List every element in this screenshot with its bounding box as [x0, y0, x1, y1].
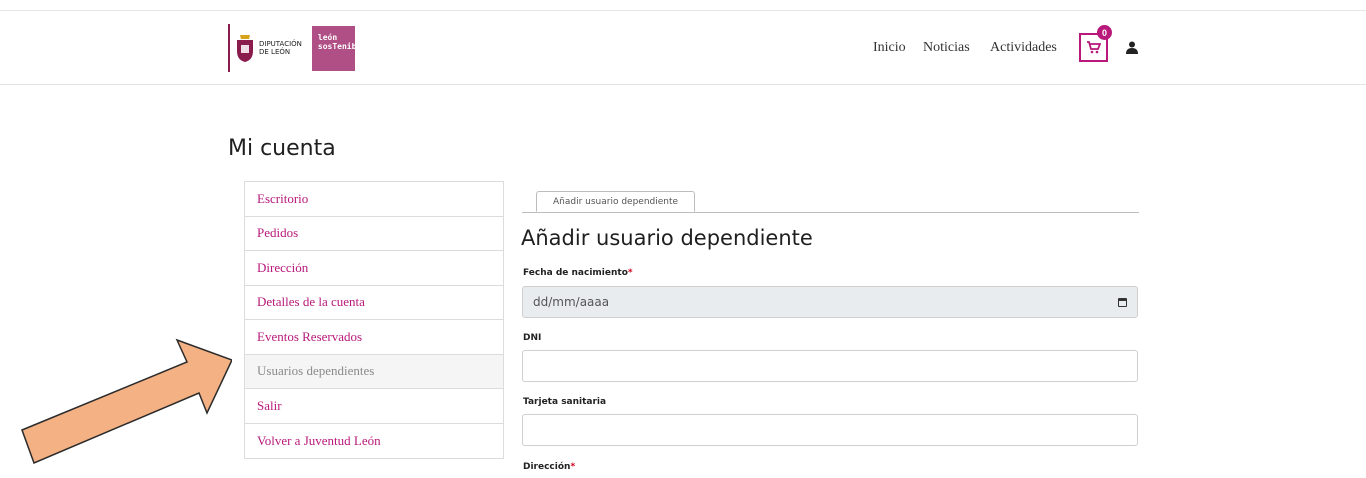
- leon-sostenible-logo[interactable]: león sosTenible: [311, 25, 366, 71]
- nav-inicio[interactable]: Inicio: [873, 40, 906, 56]
- tarjeta-sanitaria-input[interactable]: [522, 414, 1138, 446]
- dni-input[interactable]: [522, 350, 1138, 382]
- sidebar-item-eventos-reservados[interactable]: Eventos Reservados: [245, 320, 503, 355]
- cart-icon: [1087, 41, 1101, 54]
- dni-label: DNI: [523, 333, 542, 343]
- user-icon[interactable]: [1126, 41, 1138, 54]
- birth-date-label-text: Fecha de nacimiento: [523, 268, 628, 278]
- sidebar-item-usuarios-dependientes[interactable]: Usuarios dependientes: [245, 354, 503, 389]
- nav-actividades[interactable]: Actividades: [990, 40, 1057, 56]
- sidebar-item-salir[interactable]: Salir: [245, 389, 503, 424]
- tarjeta-sanitaria-label: Tarjeta sanitaria: [523, 397, 607, 407]
- tab-anadir-usuario[interactable]: Añadir usuario dependiente: [536, 191, 696, 212]
- address-label: Dirección*: [523, 462, 575, 472]
- nav-noticias[interactable]: Noticias: [923, 40, 970, 56]
- page-title: Mi cuenta: [228, 136, 336, 161]
- birth-date-input[interactable]: dd/mm/aaaa: [522, 286, 1138, 318]
- sidebar-item-pedidos[interactable]: Pedidos: [245, 217, 503, 251]
- form-tabs: Añadir usuario dependiente: [522, 191, 1139, 213]
- diputacion-logo[interactable]: DIPUTACIÓN DE LEÓN: [228, 24, 302, 72]
- orange-arrow-icon: [21, 338, 232, 464]
- calendar-icon[interactable]: [1118, 297, 1127, 307]
- sidebar-item-detalles-cuenta[interactable]: Detalles de la cuenta: [245, 286, 503, 320]
- diputacion-logo-text: DIPUTACIÓN DE LEÓN: [259, 40, 302, 56]
- birth-date-placeholder: dd/mm/aaaa: [533, 295, 610, 309]
- required-mark: *: [570, 462, 576, 472]
- sidebar-item-direccion[interactable]: Dirección: [245, 251, 503, 286]
- sidebar-item-volver-juventud[interactable]: Volver a Juventud León: [245, 424, 503, 459]
- site-header: DIPUTACIÓN DE LEÓN león sosTenible Inicio …: [0, 11, 1366, 85]
- form-title: Añadir usuario dependiente: [521, 226, 813, 250]
- coat-of-arms-icon: [237, 35, 253, 62]
- sidebar-item-escritorio[interactable]: Escritorio: [245, 182, 503, 217]
- address-label-text: Dirección: [523, 462, 571, 472]
- logo-group[interactable]: DIPUTACIÓN DE LEÓN león sosTenible: [228, 24, 366, 72]
- birth-date-label: Fecha de nacimiento*: [523, 268, 633, 278]
- cart-count-badge: 0: [1097, 25, 1112, 40]
- account-sidebar: Escritorio Pedidos Dirección Detalles de…: [244, 181, 504, 459]
- required-mark: *: [627, 268, 633, 278]
